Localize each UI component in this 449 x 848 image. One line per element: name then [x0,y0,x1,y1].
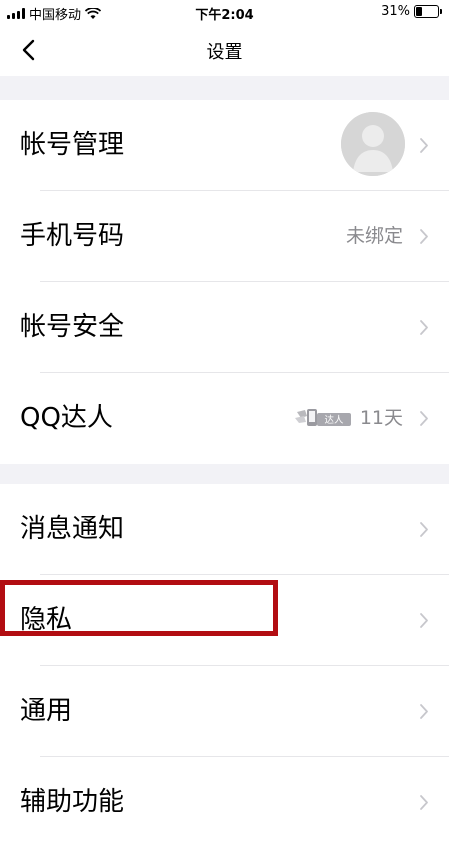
row-qq-expert[interactable]: QQ达人 达人 11天 [0,373,449,464]
default-avatar-icon [341,112,405,176]
row-label: 帐号安全 [20,312,125,342]
row-value: 未绑定 [345,225,403,247]
battery-icon [414,5,442,18]
row-label: 通用 [20,696,73,726]
section-spacer [0,76,449,100]
row-label: 手机号码 [20,221,125,251]
row-accessibility[interactable]: 辅助功能 [0,757,449,848]
row-label: 消息通知 [20,514,125,544]
row-account-security[interactable]: 帐号安全 [0,282,449,373]
chevron-right-icon [420,522,428,537]
status-bar: 中国移动 下午2:04 31% [0,0,449,24]
qq-expert-badge-label: 达人 [324,414,344,426]
highlight-box [0,580,278,636]
chevron-right-icon [420,411,428,426]
chevron-right-icon [420,320,428,335]
row-label: QQ达人 [20,403,113,433]
settings-section-account: 帐号管理 手机号码 未绑定 帐号安全 QQ达人 达人 11天 [0,100,449,464]
page-title: 设置 [206,42,243,63]
row-notifications[interactable]: 消息通知 [0,484,449,575]
row-label: 辅助功能 [20,787,125,817]
battery-percent: 31% [381,4,410,19]
status-right: 31% [381,4,442,19]
chevron-right-icon [420,704,428,719]
chevron-right-icon [420,229,428,244]
row-general[interactable]: 通用 [0,666,449,757]
settings-section-general: 消息通知 隐私 通用 辅助功能 [0,484,449,848]
qq-expert-badge-icon: 达人 [295,409,351,426]
row-account-management[interactable]: 帐号管理 [0,100,449,191]
chevron-right-icon [420,795,428,810]
chevron-right-icon [420,613,428,628]
row-phone-number[interactable]: 手机号码 未绑定 [0,191,449,282]
chevron-right-icon [420,138,428,153]
section-spacer [0,464,449,484]
nav-bar: 设置 [0,24,449,76]
avatar [341,112,405,176]
row-value: 11天 [359,407,403,429]
row-label: 帐号管理 [20,130,125,160]
